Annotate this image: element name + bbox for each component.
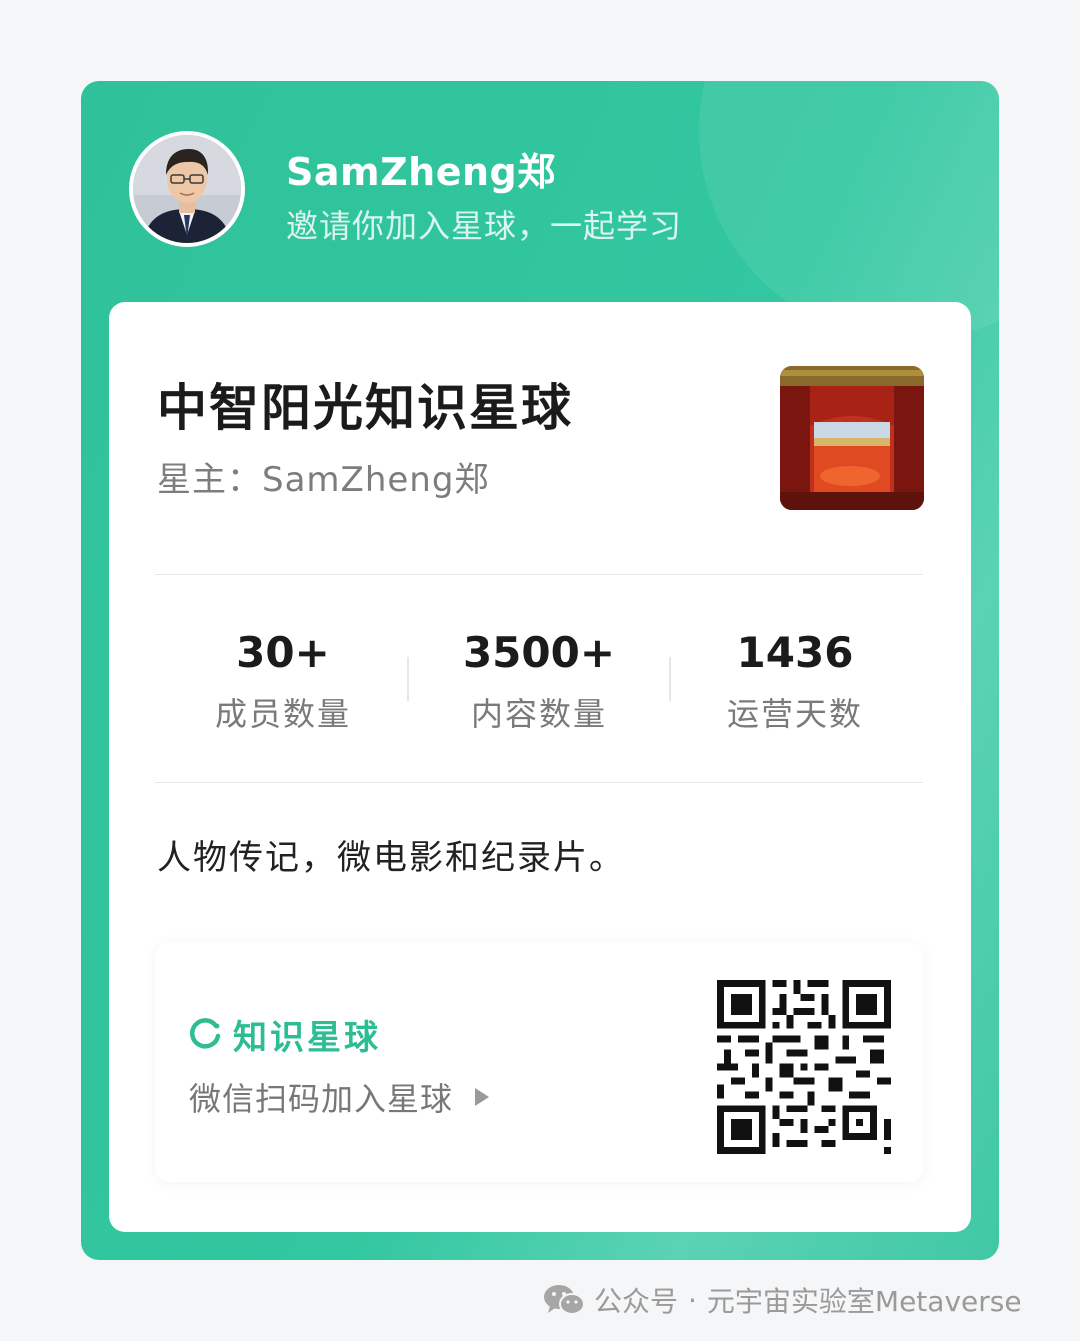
- planet-cover-image: [780, 366, 924, 510]
- planet-info-panel: 中智阳光知识星球 星主：SamZheng郑 30+ 成员数量 3500+ 内容数…: [109, 302, 971, 1232]
- play-arrow-icon: [475, 1088, 490, 1106]
- stat-label: 运营天数: [726, 695, 863, 733]
- host-line: 星主：SamZheng郑: [157, 452, 489, 501]
- footer-account-type: 公众号: [594, 1285, 679, 1318]
- owner-avatar-image: [133, 135, 241, 243]
- divider-bottom: [155, 782, 923, 783]
- stat-value: 30+: [236, 628, 330, 677]
- stat-value: 3500+: [462, 628, 616, 677]
- palace-gate-image: [780, 366, 924, 510]
- stat-members: 30+ 成员数量: [155, 602, 411, 735]
- invite-card: SamZheng郑 邀请你加入星球，一起学习 中智阳光知识星球 星主：SamZh…: [81, 81, 999, 1260]
- divider-top: [155, 574, 923, 575]
- host-name: SamZheng郑: [262, 460, 490, 500]
- footer-attribution: 公众号 · 元宇宙实验室Metaverse: [542, 1280, 1022, 1320]
- host-label: 星主：: [157, 460, 262, 500]
- owner-avatar: [129, 131, 245, 247]
- wechat-icon: [544, 1285, 585, 1315]
- brand-row: 知识星球: [189, 1010, 381, 1058]
- planet-title: 中智阳光知识星球: [157, 379, 573, 437]
- footer-account-name: 元宇宙实验室Metaverse: [706, 1285, 1022, 1318]
- qr-code: [717, 980, 891, 1154]
- scan-to-join-text: 微信扫码加入星球: [189, 1080, 454, 1118]
- stat-separator: [407, 657, 409, 701]
- scan-to-join-link[interactable]: 微信扫码加入星球: [189, 1074, 493, 1120]
- brand-name: 知识星球: [233, 1017, 381, 1058]
- zsxq-logo-icon: [190, 1018, 221, 1049]
- invite-text: 邀请你加入星球，一起学习: [286, 207, 683, 245]
- stat-value: 1436: [736, 628, 854, 677]
- page: SamZheng郑 邀请你加入星球，一起学习 中智阳光知识星球 星主：SamZh…: [0, 0, 1080, 1341]
- planet-description: 人物传记，微电影和纪录片。: [157, 838, 625, 878]
- stat-days: 1436 运营天数: [667, 602, 923, 735]
- join-section[interactable]: 知识星球 微信扫码加入星球: [155, 942, 923, 1182]
- owner-name: SamZheng郑: [286, 150, 556, 194]
- stat-label: 内容数量: [470, 695, 607, 733]
- stat-contents: 3500+ 内容数量: [411, 602, 667, 735]
- stats-row: 30+ 成员数量 3500+ 内容数量 1436 运营天数: [155, 602, 923, 742]
- footer-separator: ·: [688, 1283, 697, 1317]
- stat-label: 成员数量: [214, 695, 351, 733]
